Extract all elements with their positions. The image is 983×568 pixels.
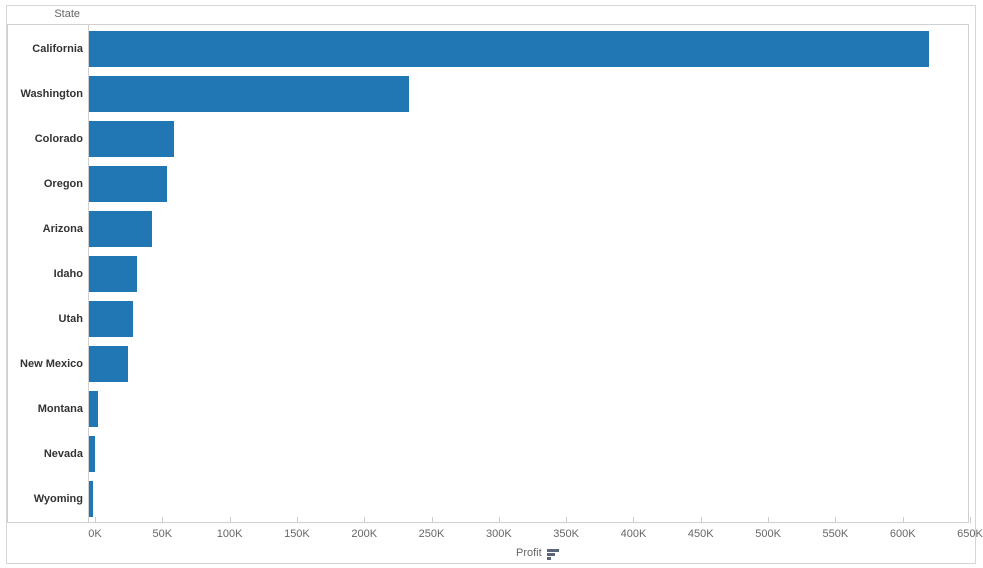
bar[interactable] [89, 76, 409, 112]
row-label[interactable]: Wyoming [34, 492, 83, 506]
x-axis-tick [297, 517, 298, 523]
chart-pane [89, 25, 968, 522]
plot-frame: California Washington Colorado Oregon Arizon… [7, 24, 969, 523]
x-axis-tick-label: 500K [755, 528, 781, 540]
bar[interactable] [89, 166, 167, 202]
x-axis-tick [230, 517, 231, 523]
x-axis-tick [970, 517, 971, 523]
x-axis-tick [432, 517, 433, 523]
x-axis-tick-label: 100K [217, 528, 243, 540]
column-header-band: State [7, 6, 975, 24]
row-label-column: California Washington Colorado Oregon Arizon… [8, 25, 89, 522]
bar[interactable] [89, 121, 174, 157]
x-axis-tick [768, 517, 769, 523]
x-axis-tick [633, 517, 634, 523]
x-axis-tick-label: 550K [823, 528, 849, 540]
row-label[interactable]: Montana [38, 402, 83, 416]
x-axis-tick-label: 600K [890, 528, 916, 540]
x-axis-tick-label: 350K [553, 528, 579, 540]
x-axis-tick [835, 517, 836, 523]
row-label[interactable]: Arizona [43, 222, 83, 236]
x-axis-title-label: Profit [516, 546, 542, 560]
x-axis-tick [701, 517, 702, 523]
x-axis-tick [903, 517, 904, 523]
x-axis-line [7, 522, 969, 523]
row-label[interactable]: California [32, 42, 83, 56]
bar[interactable] [89, 256, 137, 292]
x-axis-tick-label: 250K [419, 528, 445, 540]
sort-descending-icon[interactable] [547, 549, 559, 560]
x-axis-tick [499, 517, 500, 523]
bar[interactable] [89, 436, 95, 472]
x-axis-tick-label: 400K [621, 528, 647, 540]
bar[interactable] [89, 346, 128, 382]
x-axis-tick [162, 517, 163, 523]
x-axis-tick-label: 450K [688, 528, 714, 540]
row-label[interactable]: Oregon [44, 177, 83, 191]
row-label[interactable]: Utah [59, 312, 83, 326]
x-axis-tick-label: 650K [957, 528, 983, 540]
x-axis-tick-label: 150K [284, 528, 310, 540]
row-label[interactable]: Idaho [54, 267, 83, 281]
row-label[interactable]: Colorado [35, 132, 83, 146]
x-axis-tick-label: 200K [351, 528, 377, 540]
bar[interactable] [89, 481, 93, 517]
x-axis-tick-label: 300K [486, 528, 512, 540]
bar[interactable] [89, 211, 152, 247]
row-label[interactable]: Nevada [44, 447, 83, 461]
row-label[interactable]: Washington [20, 87, 83, 101]
bar[interactable] [89, 301, 133, 337]
x-axis-title-group[interactable]: Profit [516, 546, 559, 560]
x-axis-tick [95, 517, 96, 523]
bar[interactable] [89, 31, 929, 67]
x-axis-tick [364, 517, 365, 523]
x-axis-tick [566, 517, 567, 523]
row-label[interactable]: New Mexico [20, 357, 83, 371]
x-axis-tick-label: 50K [153, 528, 173, 540]
x-axis-tick-label: 0K [88, 528, 101, 540]
bar-chart-worksheet: State California Washington Colorado Oregon… [0, 0, 983, 568]
bar[interactable] [89, 391, 98, 427]
row-field-label-state[interactable]: State [54, 8, 80, 20]
